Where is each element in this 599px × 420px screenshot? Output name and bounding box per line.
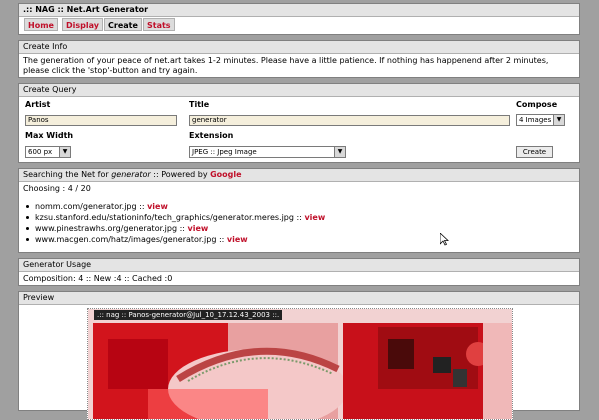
- mouse-cursor-icon: [440, 233, 449, 246]
- nav-create[interactable]: Create: [104, 18, 142, 31]
- google-link[interactable]: Google: [210, 170, 241, 179]
- create-info-title: Create Info: [19, 41, 579, 54]
- create-query-panel: Create Query Artist Panos Title generato…: [18, 83, 580, 163]
- create-info-panel: Create Info The generation of your peace…: [18, 40, 580, 78]
- create-button[interactable]: Create: [516, 146, 553, 158]
- result-list: nomm.com/generator.jpg :: view kzsu.stan…: [19, 201, 579, 245]
- search-title-middle: :: Powered by: [150, 170, 211, 179]
- list-item: www.pinestrawhs.org/generator.jpg :: vie…: [19, 223, 579, 234]
- usage-stats: Composition: 4 :: New :4 :: Cached :0: [23, 274, 173, 283]
- view-link[interactable]: view: [304, 213, 325, 222]
- chevron-down-icon: ▼: [334, 147, 345, 157]
- preview-title: Preview: [19, 292, 579, 305]
- search-title-prefix: Searching the Net for: [23, 170, 112, 179]
- nav-display[interactable]: Display: [62, 18, 103, 31]
- max-width-label: Max Width: [25, 131, 74, 140]
- max-width-select-value: 600 px: [28, 148, 53, 156]
- result-separator: ::: [177, 224, 188, 233]
- title-label: Title: [189, 100, 210, 109]
- usage-panel: Generator Usage Composition: 4 :: New :4…: [18, 258, 580, 286]
- extension-label: Extension: [189, 131, 234, 140]
- result-separator: ::: [216, 235, 227, 244]
- usage-title: Generator Usage: [19, 259, 579, 272]
- generated-artwork-image: [88, 309, 512, 419]
- list-item: nomm.com/generator.jpg :: view: [19, 201, 579, 212]
- create-query-title: Create Query: [19, 84, 579, 97]
- compose-select[interactable]: 4 Images ▼: [516, 114, 565, 126]
- search-term: generator: [111, 170, 151, 179]
- search-panel: Searching the Net for generator :: Power…: [18, 168, 580, 253]
- compose-label: Compose: [516, 100, 558, 109]
- preview-frame: .:: nag :: Panos-generator@Jul_10_17.12.…: [87, 308, 513, 420]
- result-url: kzsu.stanford.edu/stationinfo/tech_graph…: [35, 213, 294, 222]
- artist-label: Artist: [25, 100, 51, 109]
- chevron-down-icon: ▼: [59, 147, 70, 157]
- view-link[interactable]: view: [227, 235, 248, 244]
- preview-panel: Preview .:: nag :: Panos-generator@Jul_1…: [18, 291, 580, 420]
- search-title: Searching the Net for generator :: Power…: [19, 169, 579, 182]
- list-item: www.macgen.com/hatz/images/generator.jpg…: [19, 234, 579, 245]
- title-input[interactable]: generator: [189, 115, 510, 126]
- app-title: .:: NAG :: Net.Art Generator: [19, 4, 579, 17]
- compose-select-value: 4 Images: [519, 116, 552, 124]
- result-url: nomm.com/generator.jpg: [35, 202, 137, 211]
- max-width-select[interactable]: 600 px ▼: [25, 146, 71, 158]
- result-separator: ::: [293, 213, 305, 222]
- view-link[interactable]: view: [147, 202, 168, 211]
- artist-input[interactable]: Panos: [25, 115, 177, 126]
- result-url: www.pinestrawhs.org/generator.jpg: [35, 224, 178, 233]
- nav-stats[interactable]: Stats: [143, 18, 175, 31]
- result-separator: ::: [136, 202, 148, 211]
- create-info-text: The generation of your peace of net.art …: [23, 56, 549, 75]
- view-link[interactable]: view: [188, 224, 209, 233]
- choosing-status: Choosing : 4 / 20: [23, 184, 91, 193]
- chevron-down-icon: ▼: [553, 115, 564, 125]
- list-item: kzsu.stanford.edu/stationinfo/tech_graph…: [19, 212, 579, 223]
- extension-select[interactable]: JPEG :: Jpeg Image ▼: [189, 146, 346, 158]
- nav-home[interactable]: Home: [24, 18, 58, 31]
- preview-caption: .:: nag :: Panos-generator@Jul_10_17.12.…: [94, 310, 283, 320]
- result-url: www.macgen.com/hatz/images/generator.jpg: [35, 235, 217, 244]
- extension-select-value: JPEG :: Jpeg Image: [192, 148, 257, 156]
